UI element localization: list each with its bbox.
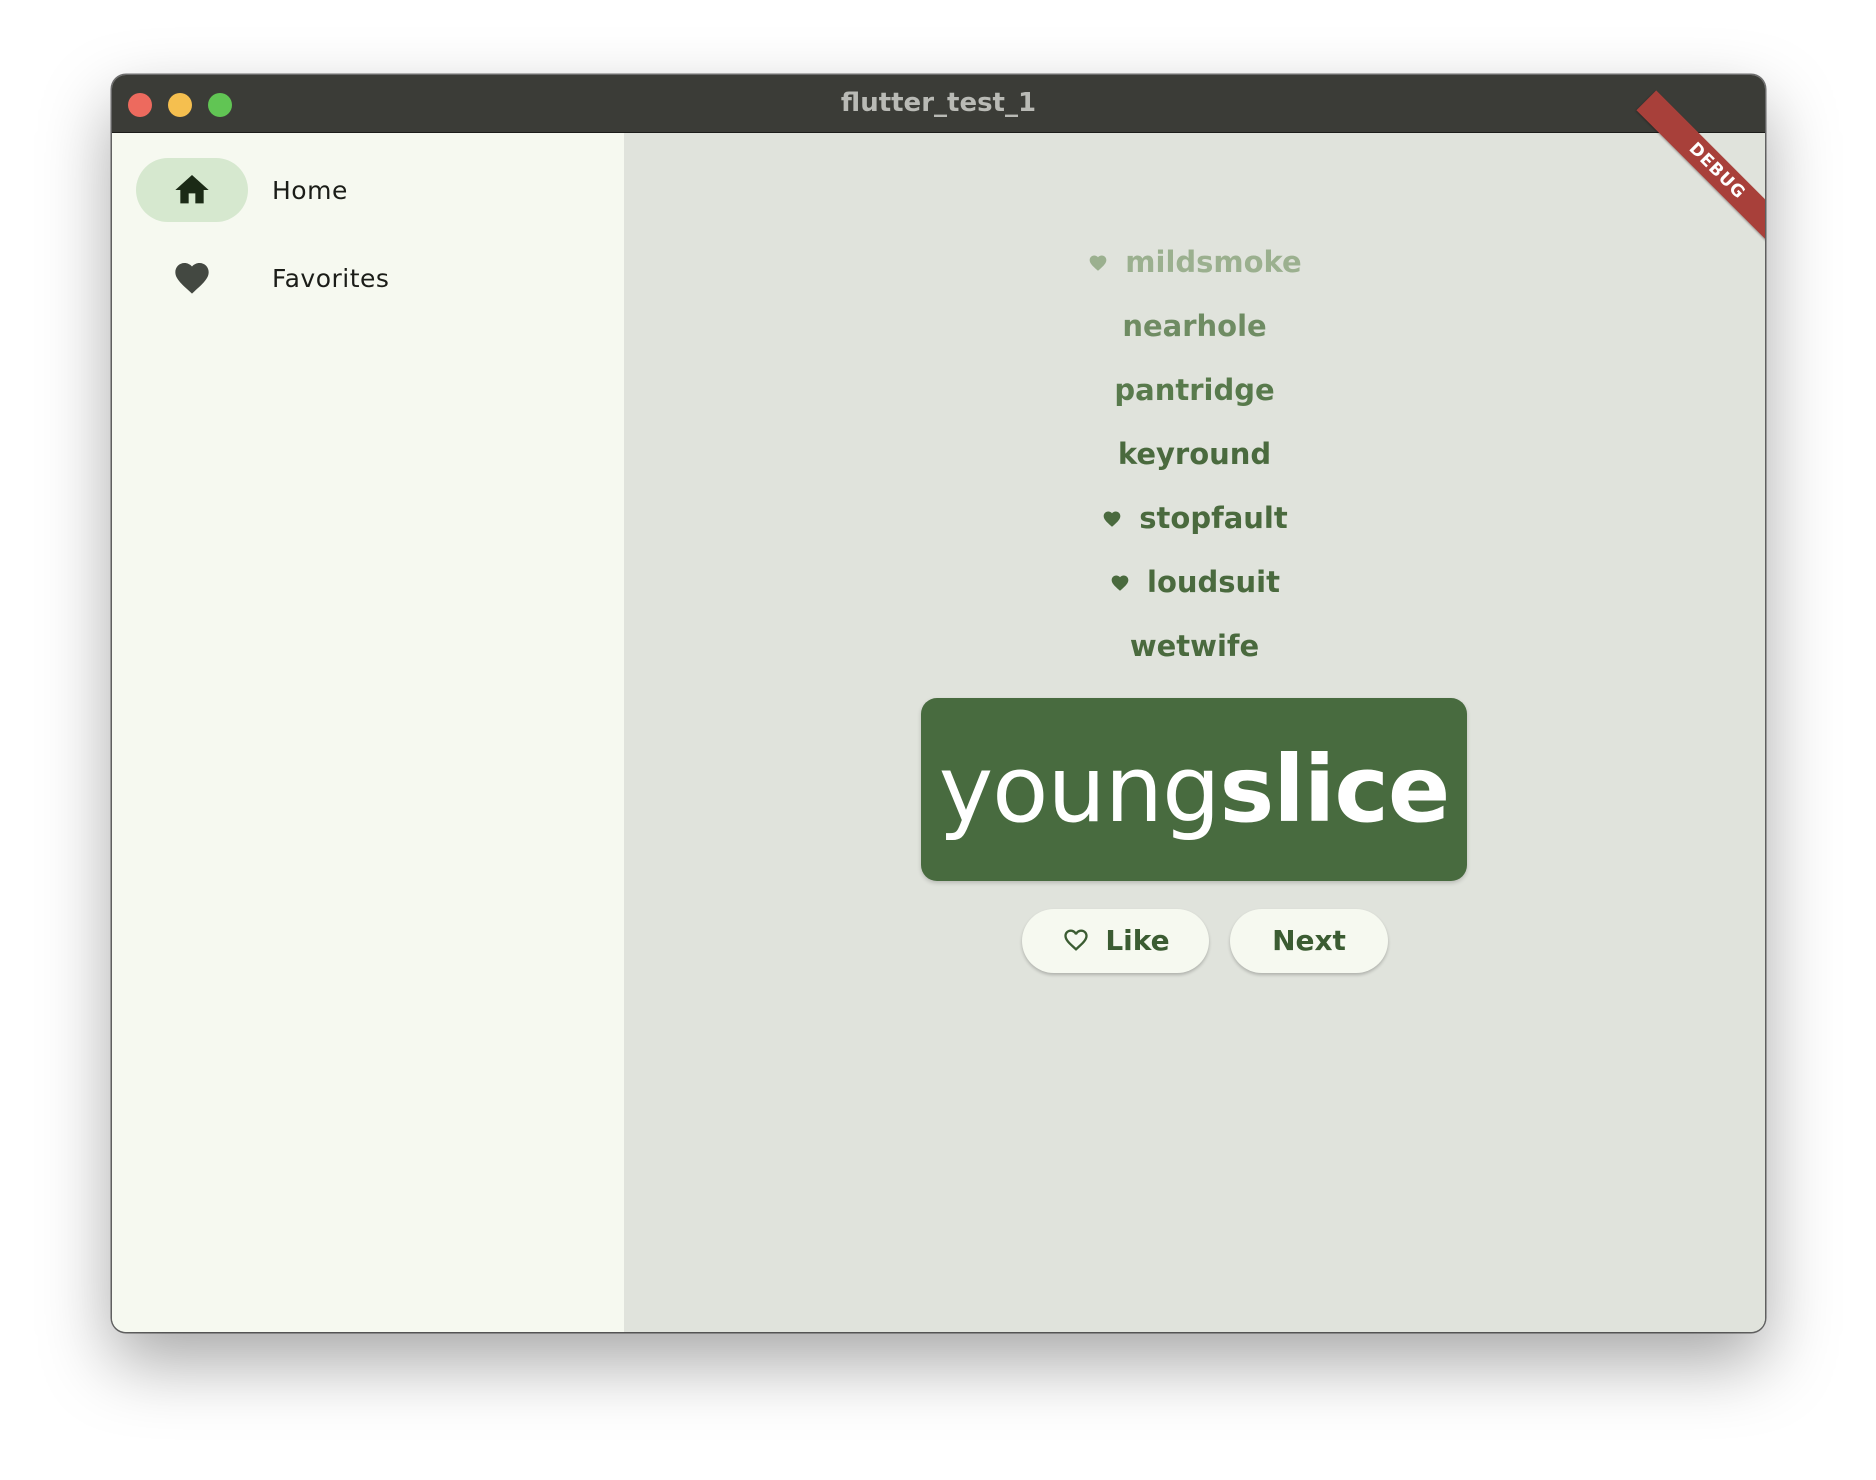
history-item: mildsmoke: [624, 230, 1765, 294]
like-button-label: Like: [1105, 924, 1170, 957]
history-item: nearhole: [624, 294, 1765, 358]
heart-icon: [175, 263, 209, 294]
home-icon: [175, 175, 209, 204]
next-button-label: Next: [1272, 924, 1346, 957]
heart-outline-icon: [1064, 929, 1089, 951]
title-bar[interactable]: flutter_test_1: [112, 75, 1765, 133]
next-button[interactable]: Next: [1230, 909, 1388, 973]
history-item: wetwife: [624, 614, 1765, 678]
generator-page: mildsmoke nearhole pantridge keyround st…: [624, 90, 1765, 1332]
history-item: loudsuit: [624, 550, 1765, 614]
history-word: wetwife: [1129, 629, 1260, 663]
word-pair-card: youngslice: [921, 698, 1467, 881]
history-list: mildsmoke nearhole pantridge keyround st…: [624, 230, 1765, 678]
heart-icon: [1103, 511, 1121, 527]
like-button[interactable]: Like: [1022, 909, 1209, 973]
heart-icon: [1089, 255, 1107, 271]
history-word: nearhole: [1122, 309, 1267, 343]
app-window: flutter_test_1 Home Favorites mildsmoke: [112, 75, 1765, 1332]
app-content: Home Favorites mildsmoke nearhole pantri…: [112, 90, 1765, 1332]
history-word: mildsmoke: [1125, 245, 1302, 279]
history-word: pantridge: [1114, 373, 1275, 407]
word-pair-first: young: [938, 736, 1221, 843]
history-item: pantridge: [624, 358, 1765, 422]
history-item: stopfault: [624, 486, 1765, 550]
history-word: stopfault: [1139, 501, 1288, 535]
navigation-rail: Home Favorites: [112, 133, 624, 1332]
window-title: flutter_test_1: [840, 88, 1037, 118]
history-word: loudsuit: [1147, 565, 1280, 599]
nav-item-favorites[interactable]: Favorites: [112, 238, 624, 318]
history-item: keyround: [624, 422, 1765, 486]
history-word: keyround: [1117, 437, 1272, 471]
nav-label-favorites: Favorites: [272, 264, 390, 293]
word-pair-second: slice: [1219, 736, 1450, 843]
heart-icon: [1111, 575, 1129, 591]
nav-label-home: Home: [272, 176, 348, 205]
nav-item-home[interactable]: Home: [112, 150, 624, 230]
